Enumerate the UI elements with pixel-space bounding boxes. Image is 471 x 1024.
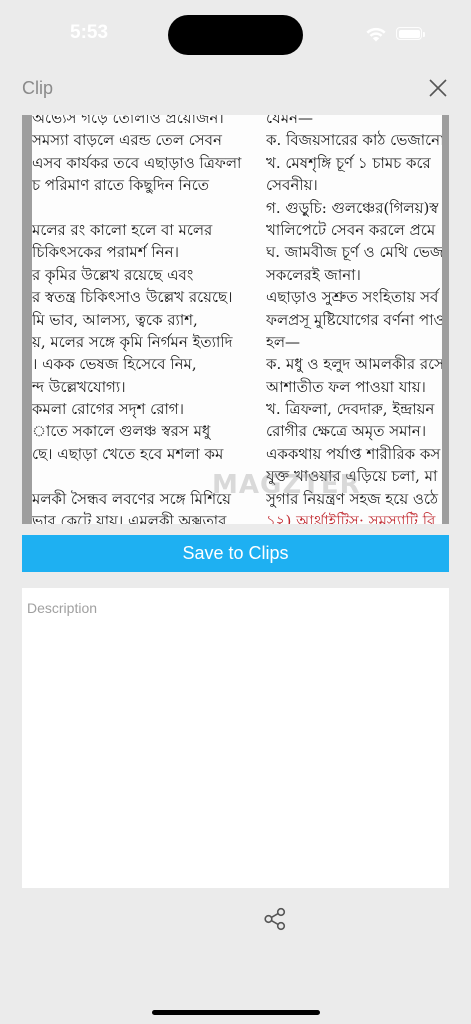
clip-text-line: খ. ত্রিফলা, দেবদারু, ইন্দ্রায়ন [266, 400, 435, 419]
clip-text-line: গ. গুড়ুচি: গুলঞ্চের(গিলয়)স্ব [266, 198, 439, 217]
clip-image: অভ্যেস গড়ে তোলাও প্রয়োজন। সমস্যা বাড়লে… [22, 115, 449, 524]
clip-text-line: । একক ভেষজ হিসেবে নিম, [32, 355, 197, 374]
clip-text-line: ছে। এছাড়া খেতে হবে মশলা কম [32, 444, 224, 463]
clip-text-line: াতে সকালে গুলঞ্চ স্বরস মধু [32, 422, 211, 441]
clip-text-line: সেবনীয়। [266, 176, 318, 195]
description-box [22, 588, 449, 888]
clip-text-line: সমস্যা বাড়লে এরন্ড তেল সেবন [32, 131, 222, 150]
clip-text-line: মলের রং কালো হলে বা মলের [32, 220, 213, 239]
wifi-icon [366, 27, 386, 42]
save-to-clips-button[interactable]: Save to Clips [22, 535, 449, 572]
clip-text-line: কমলা রোগের সদৃশ রোগ। [32, 400, 184, 419]
clip-text-line: এসব কার্যকর তবে এছাড়াও ত্রিফলা [32, 153, 242, 172]
magzter-watermark: MAGZTER [212, 470, 361, 500]
clip-text-line: র স্বতন্ত্র চিকিৎসাও উল্লেখ রয়েছে। [32, 288, 233, 307]
clip-text-line: যেমন— [266, 115, 314, 127]
clip-text-line: ক. বিজয়সারের কাঠ ভেজানো [266, 131, 442, 150]
clip-text-line: মি ভাব, আলস্য, ত্বকে র‍্যাশ, [32, 310, 198, 329]
clip-text-line: ১২) আর্থ্রাইটিস: সমস্যাটি বি [266, 512, 436, 524]
clip-text-line: এছাড়াও সুশ্রুত সংহিতায় সর্ব [266, 288, 439, 307]
clip-right-column: যেমন— ক. বিজয়সারের কাঠ ভেজানো খ. মেষশৃঙ্গ… [266, 115, 442, 524]
clip-text-line: ভার কেটে যায়। এমলকী অক্সতার [32, 512, 227, 524]
page-title: Clip [22, 78, 54, 98]
clip-text-line: এককথায় পর্যাপ্ত শারীরিক কস [266, 444, 441, 463]
description-input[interactable] [22, 588, 449, 888]
battery-icon [396, 27, 425, 40]
clip-paper: অভ্যেস গড়ে তোলাও প্রয়োজন। সমস্যা বাড়লে… [32, 115, 442, 524]
close-x-icon [429, 79, 447, 97]
clip-text-line: রোগীর ক্ষেত্রে অমৃত সমান। [266, 422, 427, 441]
clip-left-column: অভ্যেস গড়ে তোলাও প্রয়োজন। সমস্যা বাড়লে… [32, 115, 250, 524]
clip-text-line: আশাতীত ফল পাওয়া যায়। [266, 377, 426, 396]
clip-text-line [32, 197, 250, 219]
clip-text-line: র কৃমির উল্লেখ রয়েছে এবং [32, 265, 194, 284]
clip-text-line: সকলেরই জানা। [266, 265, 361, 284]
share-icon[interactable] [262, 906, 288, 932]
clip-text-line: ন্দ উল্লেখযোগ্য। [32, 377, 126, 396]
status-bar: 5:53 [0, 0, 471, 70]
clip-text-line: চ পরিমাণ রাতে কিছুদিন নিতে [32, 176, 210, 195]
clip-text-line: খালিপেটে সেবন করলে প্রমে [266, 220, 436, 239]
close-button[interactable] [424, 74, 452, 102]
clip-text-line: অভ্যেস গড়ে তোলাও প্রয়োজন। [32, 115, 224, 127]
clip-text-line: ক. মধু ও হলুদ আমলকীর রসে [266, 355, 442, 374]
clip-text-line: চিকিৎসকের পরামর্শ নিন। [32, 243, 179, 262]
dynamic-island [168, 15, 303, 55]
clip-text-line: য়, মলের সঙ্গে কৃমি নির্গমন ইত্যাদি [32, 332, 233, 351]
status-time: 5:53 [70, 22, 109, 43]
clip-text-line: ফলপ্রসূ মুষ্টিযোগের বর্ণনা পাও [266, 310, 442, 329]
home-indicator [152, 1010, 320, 1015]
clip-text-line: ঘ. জামবীজ চূর্ণ ও মেথি ভেজা [266, 243, 442, 262]
clip-text-line: হল— [266, 332, 301, 351]
clip-text-line: খ. মেষশৃঙ্গি চূর্ণ ১ চামচ করে [266, 153, 431, 172]
